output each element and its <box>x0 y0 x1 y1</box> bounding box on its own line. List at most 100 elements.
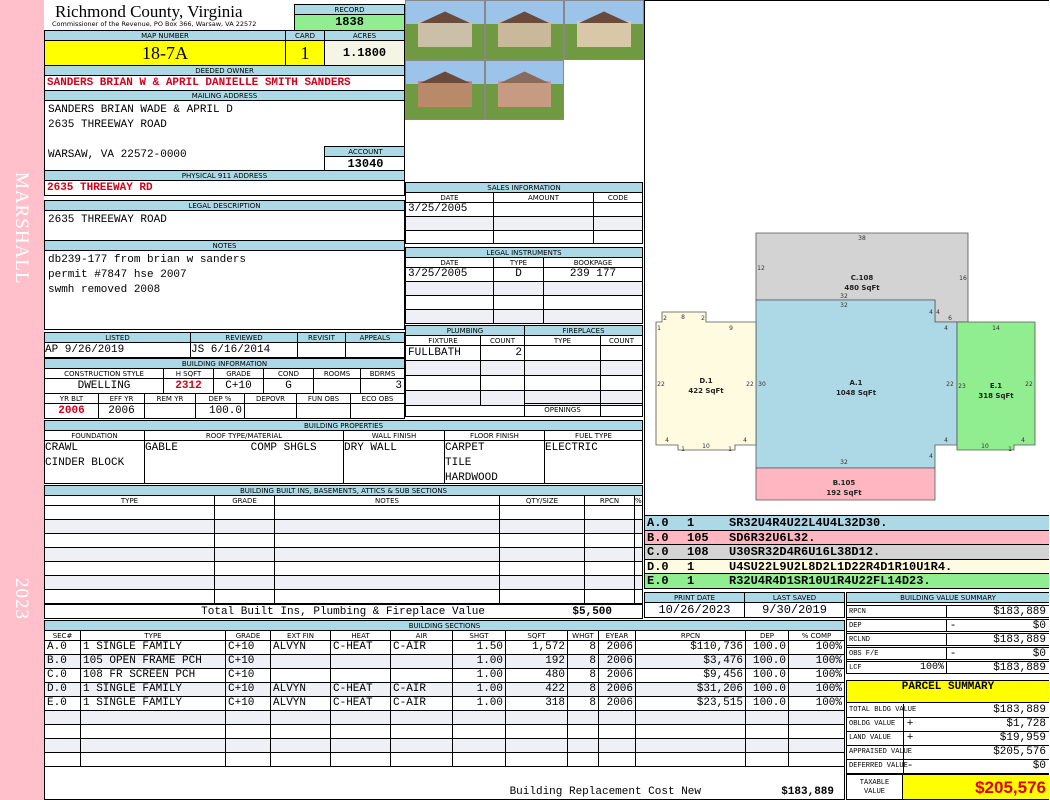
fireplaces-label: FIREPLACES <box>525 326 642 336</box>
sketch-dimension-label: 22 <box>746 381 754 388</box>
column-headers: SEC# TYPE GRADE EXT FIN HEAT AIR SHGT SQFT WHGT E… <box>45 631 844 641</box>
roof-label: ROOF TYPE/MATERIAL <box>145 431 344 441</box>
roof-value: GABLE COMP SHGLS <box>145 442 317 454</box>
table-cell <box>331 655 391 668</box>
building-properties-label: BUILDING PROPERTIES <box>45 421 642 431</box>
mailing-address-label: MAILING ADDRESS <box>45 91 404 101</box>
sketch-code-cell: B.0 <box>647 530 669 545</box>
property-photo[interactable] <box>405 0 485 60</box>
property-photo[interactable] <box>485 60 564 120</box>
table-cell <box>494 231 594 243</box>
instrument-row <box>406 296 642 310</box>
table-cell <box>525 376 601 390</box>
table-cell <box>226 711 271 724</box>
note-line: db239-177 from brian w sanders <box>48 254 247 266</box>
sketch-dimension-label: 14 <box>992 325 1000 332</box>
fireplaces: FIREPLACES TYPE COUNT OPENINGS <box>524 325 643 417</box>
openings-value <box>601 404 642 416</box>
table-cell: 2006 <box>599 683 636 696</box>
legal-description-label: LEGAL DESCRIPTION <box>45 201 404 211</box>
table-cell <box>599 711 636 724</box>
sketch-code-cell: E.0 <box>647 574 669 589</box>
table-cell: A.0 <box>45 641 81 654</box>
table-cell <box>81 725 226 738</box>
value-summary-label: OBS F/E <box>849 650 879 658</box>
foundation-value: CINDER BLOCK <box>45 457 125 469</box>
table-row: MAP NUMBER CARD ACRES <box>45 31 404 41</box>
table-cell <box>594 203 642 216</box>
table-cell <box>494 296 544 309</box>
sales-row <box>406 217 642 231</box>
table-cell <box>585 562 635 575</box>
value-summary-percent <box>902 648 947 659</box>
table-cell: 100.0 <box>746 697 789 710</box>
table-cell: 2312 <box>164 379 214 393</box>
column-header: TYPE <box>81 631 226 641</box>
building-section-row: D.0 1 SINGLE FAMILY C+10 ALVYN C-HEAT C-AIR 1… <box>45 683 844 697</box>
legal-description-value: 2635 THREEWAY ROAD <box>48 214 167 226</box>
card-value: 1 <box>286 41 325 65</box>
table-cell <box>45 562 215 575</box>
parcel-summary-value: $19,959 <box>999 732 1046 744</box>
column-header: % COMP <box>635 497 642 505</box>
table-cell <box>331 669 391 682</box>
parcel-summary-label: OBLDG VALUE <box>847 718 904 731</box>
table-cell <box>453 725 506 738</box>
print-date-label: PRINT DATE <box>645 593 745 603</box>
column-headers: TYPEGRADENOTESQTY/SIZERPCN% COMP <box>45 496 642 506</box>
floor-finish-value: CARPET <box>445 442 485 454</box>
property-photo[interactable] <box>405 60 485 120</box>
house-graphic <box>417 21 473 48</box>
table-cell: 2006 <box>99 404 145 418</box>
building-section-row <box>45 739 844 753</box>
table-cell: D.0 <box>45 683 81 696</box>
table-cell <box>789 739 844 752</box>
column-header: FUN OBS <box>297 394 351 404</box>
table-row: AP 9/26/2019 JS 6/16/2014 <box>45 343 404 357</box>
column-header: BDRMS <box>369 370 396 378</box>
table-cell <box>599 725 636 738</box>
mailing-address-box: MAILING ADDRESS SANDERS BRIAN WADE & APR… <box>44 90 405 171</box>
table-cell: 8 <box>568 697 599 710</box>
parcel-summary-label: LAND VALUE <box>847 732 904 745</box>
parcel-summary-row: DEFERRED VALUE - $0 <box>847 760 1049 774</box>
table-cell <box>594 231 642 243</box>
table-cell: 100% <box>815 683 842 695</box>
column-header: FIXTURE <box>406 336 481 346</box>
sketch-dimension-label: 32 <box>840 293 848 300</box>
property-photo[interactable] <box>564 0 644 60</box>
parcel-summary-row: LAND VALUE + $19,959 <box>847 732 1049 746</box>
notes-label: NOTES <box>45 241 404 251</box>
table-cell <box>585 590 635 603</box>
table-cell: 105 OPEN FRAME PCH <box>81 655 226 668</box>
table-cell <box>636 753 746 766</box>
table-cell: 3/25/2005 <box>406 203 494 216</box>
table-cell: 1.00 <box>453 669 506 682</box>
table-cell <box>391 725 453 738</box>
table-cell: C+10 <box>226 683 271 696</box>
table-cell <box>45 725 81 738</box>
table-cell <box>406 282 494 295</box>
table-cell <box>568 739 599 752</box>
table-cell: 2006 <box>599 669 636 682</box>
column-header: GRADE <box>214 369 264 379</box>
table-row: LISTED REVIEWED REVISIT APPEALS <box>45 333 404 343</box>
table-cell: C-AIR <box>391 697 453 710</box>
sketch-dimension-label: 1 <box>681 446 685 453</box>
table-cell <box>245 404 297 418</box>
fireplace-row <box>525 376 642 391</box>
table-cell <box>789 725 844 738</box>
house-graphic <box>417 81 473 108</box>
column-header: NOTES <box>275 496 500 506</box>
table-cell <box>351 404 404 418</box>
table-cell: C+10 <box>226 641 271 654</box>
table-cell <box>585 506 635 519</box>
parcel-summary-label: TOTAL BLDG VALUE <box>847 704 916 717</box>
foundation-label: FOUNDATION <box>45 431 145 441</box>
built-in-row <box>45 506 642 520</box>
table-cell: C+10 <box>226 655 271 668</box>
built-in-row <box>45 520 642 534</box>
map-number-value: 18-7A <box>45 41 286 65</box>
sketch-dimension-label: 4 <box>944 325 948 332</box>
property-photo[interactable] <box>485 0 564 60</box>
